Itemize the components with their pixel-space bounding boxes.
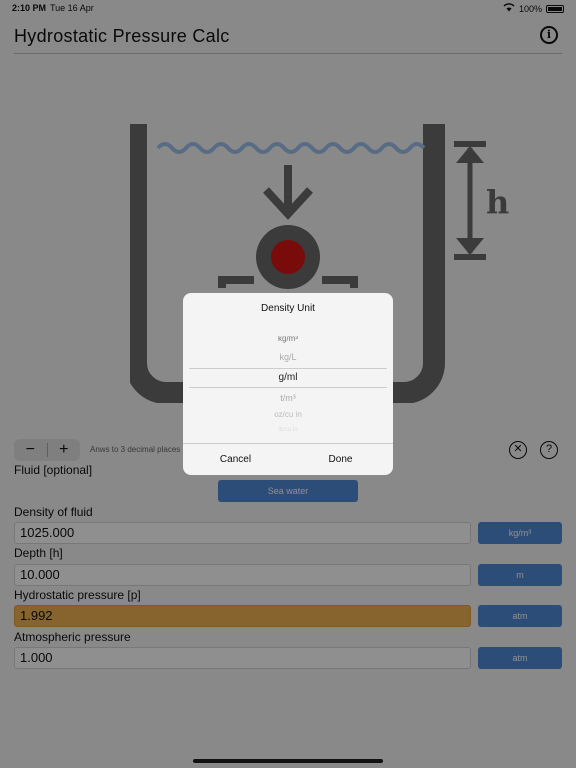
unit-picker[interactable]: kg/m³ kg/L g/ml t/m³ oz/cu in lb/cu in (189, 336, 387, 434)
done-button[interactable]: Done (288, 444, 393, 475)
dialog-title: Density Unit (261, 303, 315, 314)
density-unit-dialog: Density Unit kg/m³ kg/L g/ml t/m³ oz/cu … (183, 293, 393, 475)
picker-option[interactable]: kg/m³ (189, 336, 387, 348)
picker-option-selected[interactable]: g/ml (189, 369, 387, 387)
cancel-button[interactable]: Cancel (183, 444, 288, 475)
picker-option[interactable]: kg/L (189, 348, 387, 366)
picker-option[interactable]: lb/cu in (189, 421, 387, 434)
home-indicator[interactable] (193, 759, 383, 763)
picker-option[interactable]: t/m³ (189, 389, 387, 407)
